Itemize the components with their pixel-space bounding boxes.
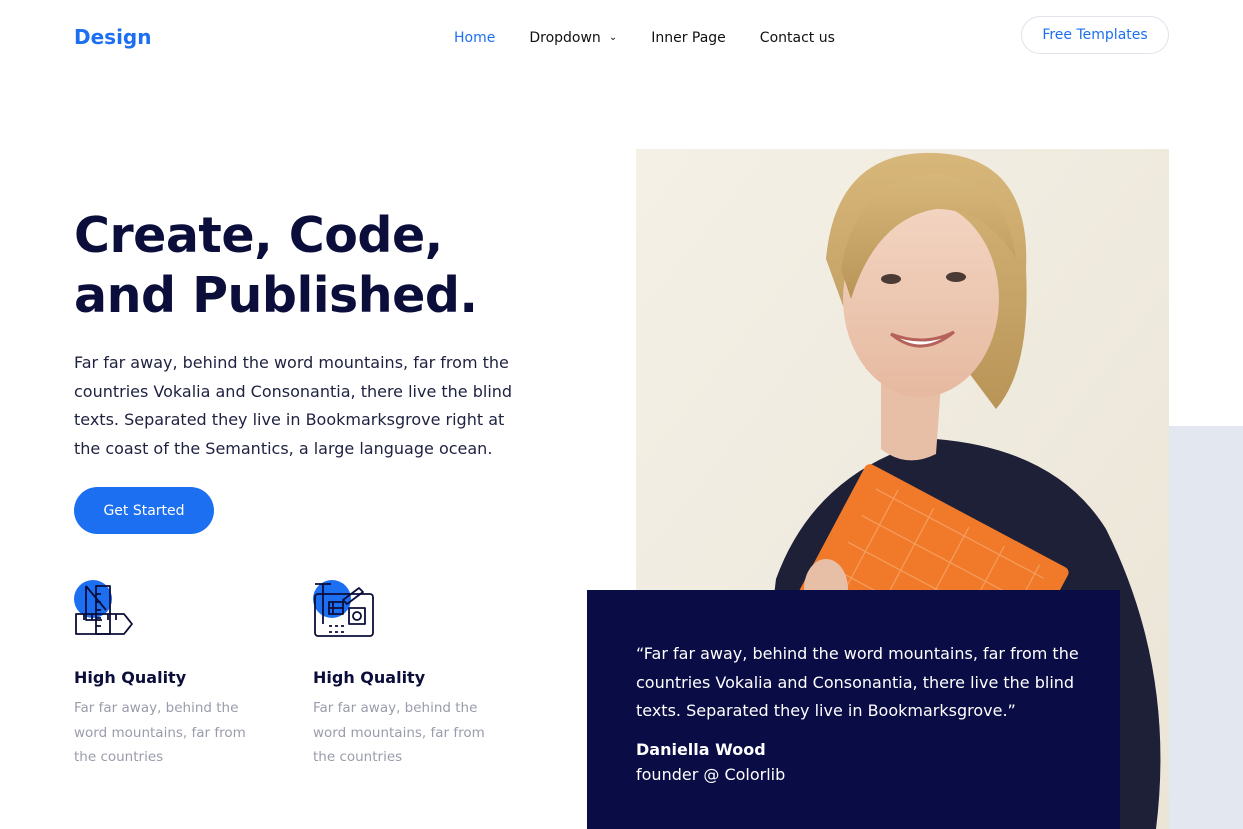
nav-item-home[interactable]: Home (454, 30, 495, 46)
hero-title-line-1: Create, Code, (74, 207, 443, 264)
testimonial-quote: “Far far away, behind the word mountains… (636, 644, 1079, 720)
testimonial-card: “Far far away, behind the word mountains… (587, 590, 1120, 829)
nav-item-contact[interactable]: Contact us (760, 30, 835, 46)
testimonial-role: founder @ Colorlib (636, 764, 786, 784)
nav-item-home-label: Home (454, 30, 496, 46)
feature-card: High Quality Far far away, behind the wo… (74, 580, 274, 770)
testimonial-author: Daniella Wood (636, 739, 766, 759)
free-templates-button[interactable]: Free Templates (1021, 16, 1169, 54)
hero-title-line-2: and Published. (74, 267, 478, 324)
feature-title: High Quality (74, 668, 187, 687)
hero-title: Create, Code, and Published. (74, 206, 544, 326)
main-menu: Home Dropdown ⌄ Inner Page Contact us (454, 30, 869, 46)
feature-text: Far far away, behind the word mountains,… (313, 700, 485, 765)
nav-item-dropdown[interactable]: Dropdown ⌄ (529, 30, 617, 46)
nav-item-dropdown-label: Dropdown (529, 30, 601, 46)
blueprint-icon (313, 580, 375, 642)
hero-description: Far far away, behind the word mountains,… (74, 353, 513, 458)
feature-card: High Quality Far far away, behind the wo… (313, 580, 513, 770)
top-navbar: Design Home Dropdown ⌄ Inner Page Contac… (0, 0, 1243, 78)
design-tools-icon (74, 580, 136, 642)
chevron-down-icon: ⌄ (608, 31, 618, 43)
feature-title: High Quality (313, 668, 426, 687)
feature-text: Far far away, behind the word mountains,… (74, 700, 246, 765)
get-started-button[interactable]: Get Started (74, 487, 214, 534)
decorative-side-block (1169, 426, 1243, 829)
nav-item-contact-label: Contact us (759, 30, 835, 46)
nav-item-inner-page[interactable]: Inner Page (651, 30, 726, 46)
nav-item-inner-page-label: Inner Page (651, 30, 726, 46)
brand-logo[interactable]: Design (74, 25, 151, 49)
